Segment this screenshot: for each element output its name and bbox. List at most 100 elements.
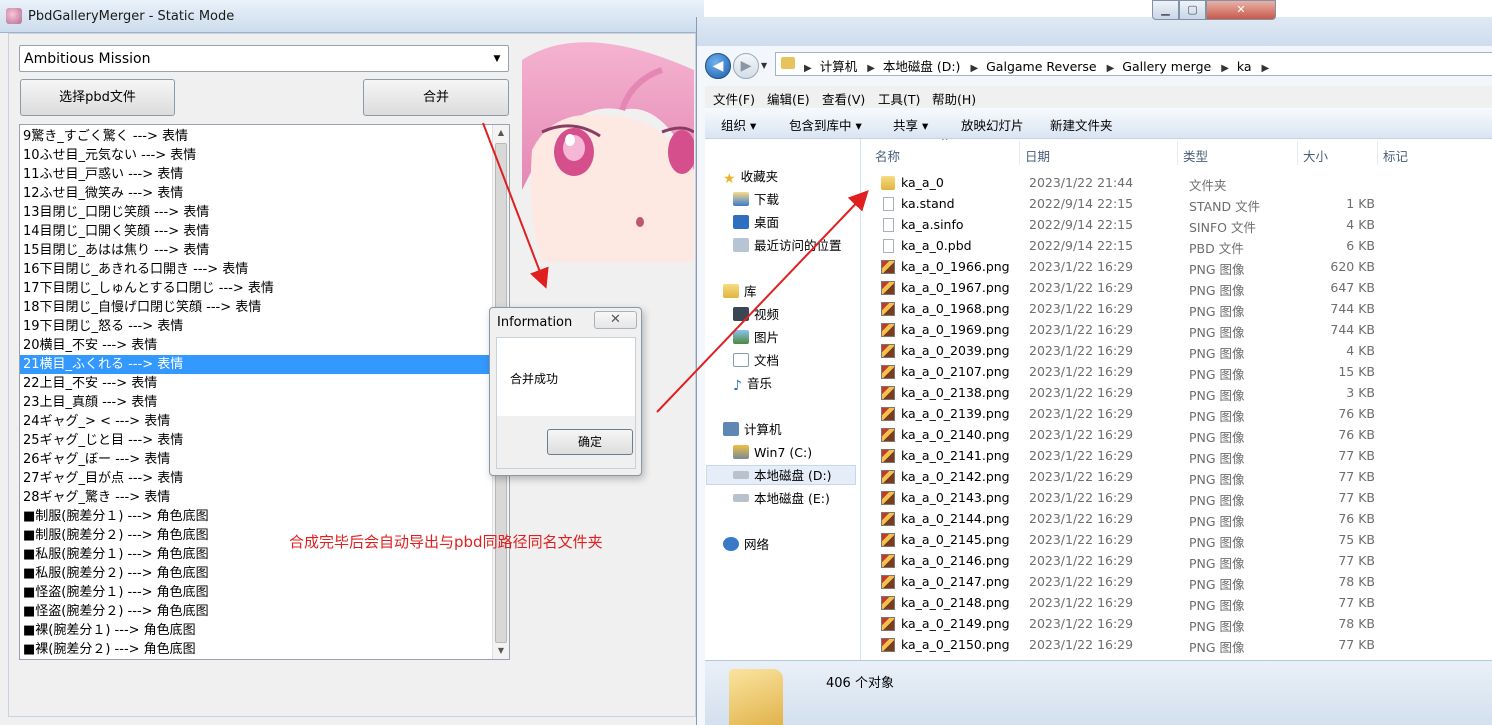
mission-dropdown[interactable]: Ambitious Mission ▼ bbox=[19, 45, 509, 72]
column-divider[interactable] bbox=[1297, 141, 1298, 165]
column-date[interactable]: 日期 bbox=[1025, 146, 1050, 165]
column-size[interactable]: 大小 bbox=[1303, 146, 1328, 165]
file-row[interactable]: ka_a_0_1968.png 2023/1/22 16:29 PNG 图像 744 … bbox=[861, 299, 1492, 320]
nav-computer[interactable]: 计算机 bbox=[723, 420, 782, 440]
nav-music[interactable]: ♪ 音乐 bbox=[733, 374, 772, 394]
nav-libraries[interactable]: 库 bbox=[723, 282, 757, 302]
list-item[interactable]: 21横目_ふくれる ---> 表情 bbox=[20, 355, 492, 374]
organize-button[interactable]: 组织 ▾ bbox=[721, 115, 756, 134]
file-row[interactable]: ka_a_0_1966.png 2023/1/22 16:29 PNG 图像 620 … bbox=[861, 257, 1492, 278]
menu-file[interactable]: 文件(F) bbox=[713, 89, 755, 108]
file-row[interactable]: ka_a_0_2145.png 2023/1/22 16:29 PNG 图像 75 K… bbox=[861, 530, 1492, 551]
nav-drive-e[interactable]: 本地磁盘 (E:) bbox=[733, 489, 830, 509]
file-row[interactable]: ka_a_0_2149.png 2023/1/22 16:29 PNG 图像 78 K… bbox=[861, 614, 1492, 635]
list-item[interactable]: ■制服(腕差分１) ---> 角色底图 bbox=[20, 507, 492, 526]
nav-desktop[interactable]: 桌面 bbox=[733, 213, 779, 233]
list-item[interactable]: 17下目閉じ_しゅんとする口閉じ ---> 表情 bbox=[20, 279, 492, 298]
nav-pictures[interactable]: 图片 bbox=[733, 328, 779, 348]
breadcrumb-separator-icon[interactable]: ▶ bbox=[1107, 63, 1115, 74]
column-type[interactable]: 类型 bbox=[1183, 146, 1208, 165]
list-item[interactable]: ■怪盗(腕差分１) ---> 角色底图 bbox=[20, 583, 492, 602]
file-row[interactable]: ka_a_0_2148.png 2023/1/22 16:29 PNG 图像 77 K… bbox=[861, 593, 1492, 614]
list-item[interactable]: ■怪盗(腕差分２) ---> 角色底图 bbox=[20, 602, 492, 621]
share-button[interactable]: 共享 ▾ bbox=[893, 115, 928, 134]
column-divider[interactable] bbox=[1177, 141, 1178, 165]
column-tags[interactable]: 标记 bbox=[1383, 146, 1408, 165]
list-item[interactable]: 12ふせ目_微笑み ---> 表情 bbox=[20, 184, 492, 203]
breadcrumb-separator-icon[interactable]: ▶ bbox=[867, 63, 875, 74]
list-item[interactable]: 27ギャグ_目が点 ---> 表情 bbox=[20, 469, 492, 488]
list-item[interactable]: 22上目_不安 ---> 表情 bbox=[20, 374, 492, 393]
scroll-down-icon[interactable]: ▼ bbox=[493, 643, 509, 659]
nav-drive-c[interactable]: Win7 (C:) bbox=[733, 443, 812, 463]
file-row[interactable]: ka_a_0 2023/1/22 21:44 文件夹 bbox=[861, 173, 1492, 194]
new-folder-button[interactable]: 新建文件夹 bbox=[1050, 115, 1113, 134]
list-item[interactable]: 13目閉じ_口閉じ笑顔 ---> 表情 bbox=[20, 203, 492, 222]
file-row[interactable]: ka_a_0.pbd 2022/9/14 22:15 PBD 文件 6 KB bbox=[861, 236, 1492, 257]
slideshow-button[interactable]: 放映幻灯片 bbox=[961, 115, 1024, 134]
nav-documents[interactable]: 文档 bbox=[733, 351, 779, 371]
list-item[interactable]: ■裸(腕差分２) ---> 角色底图 bbox=[20, 640, 492, 659]
file-row[interactable]: ka_a_0_2138.png 2023/1/22 16:29 PNG 图像 3 KB bbox=[861, 383, 1492, 404]
scroll-up-icon[interactable]: ▲ bbox=[493, 125, 509, 141]
expression-list[interactable]: 9驚き_すごく驚く ---> 表情 10ふせ目_元気ない ---> 表情 11ふせ目… bbox=[19, 124, 510, 660]
file-row[interactable]: ka_a_0_2142.png 2023/1/22 16:29 PNG 图像 77 K… bbox=[861, 467, 1492, 488]
list-item[interactable]: 24ギャグ_> < ---> 表情 bbox=[20, 412, 492, 431]
file-row[interactable]: ka_a_0_2140.png 2023/1/22 16:29 PNG 图像 76 K… bbox=[861, 425, 1492, 446]
file-row[interactable]: ka.stand 2022/9/14 22:15 STAND 文件 1 KB bbox=[861, 194, 1492, 215]
file-row[interactable]: ka_a_0_2146.png 2023/1/22 16:29 PNG 图像 77 K… bbox=[861, 551, 1492, 572]
include-in-library-button[interactable]: 包含到库中 ▾ bbox=[789, 115, 862, 134]
close-window-icon[interactable]: ✕ bbox=[1206, 0, 1276, 20]
menu-view[interactable]: 查看(V) bbox=[822, 89, 865, 108]
file-row[interactable]: ka_a_0_2139.png 2023/1/22 16:29 PNG 图像 76 K… bbox=[861, 404, 1492, 425]
file-row[interactable]: ka_a.sinfo 2022/9/14 22:15 SINFO 文件 4 KB bbox=[861, 215, 1492, 236]
close-icon[interactable]: ✕ bbox=[594, 311, 637, 329]
nav-favorites[interactable]: ★ 收藏夹 bbox=[723, 167, 778, 187]
nav-network[interactable]: 网络 bbox=[723, 535, 769, 555]
recent-pages-icon[interactable]: ▼ bbox=[761, 61, 767, 70]
list-item[interactable]: 11ふせ目_戸惑い ---> 表情 bbox=[20, 165, 492, 184]
merger-titlebar[interactable]: PbdGalleryMerger - Static Mode bbox=[0, 0, 704, 33]
breadcrumb-galgame-reverse[interactable]: Galgame Reverse bbox=[986, 59, 1097, 74]
minimize-icon[interactable]: ▁ bbox=[1152, 0, 1179, 20]
list-item[interactable]: 16下目閉じ_あきれる口開き ---> 表情 bbox=[20, 260, 492, 279]
maximize-icon[interactable]: ▢ bbox=[1179, 0, 1206, 20]
file-row[interactable]: ka_a_0_1967.png 2023/1/22 16:29 PNG 图像 647 … bbox=[861, 278, 1492, 299]
breadcrumb-drive-d[interactable]: 本地磁盘 (D:) bbox=[883, 59, 961, 74]
column-name[interactable]: 名称 bbox=[875, 146, 900, 165]
file-row[interactable]: ka_a_0_2147.png 2023/1/22 16:29 PNG 图像 78 K… bbox=[861, 572, 1492, 593]
list-item[interactable]: ■私服(腕差分２) ---> 角色底图 bbox=[20, 564, 492, 583]
file-row[interactable]: ka_a_0_2150.png 2023/1/22 16:29 PNG 图像 77 K… bbox=[861, 635, 1492, 656]
breadcrumb-separator-icon[interactable]: ▶ bbox=[1221, 63, 1229, 74]
file-row[interactable]: ka_a_0_2144.png 2023/1/22 16:29 PNG 图像 76 K… bbox=[861, 509, 1492, 530]
file-row[interactable]: ka_a_0_2039.png 2023/1/22 16:29 PNG 图像 4 KB bbox=[861, 341, 1492, 362]
select-pbd-button[interactable]: 选择pbd文件 bbox=[20, 79, 175, 116]
ok-button[interactable]: 确定 bbox=[547, 429, 633, 455]
breadcrumb-separator-icon[interactable]: ▶ bbox=[1262, 63, 1270, 74]
list-item[interactable]: 19下目閉じ_怒る ---> 表情 bbox=[20, 317, 492, 336]
chevron-down-icon[interactable]: ▼ bbox=[489, 50, 505, 68]
breadcrumb-ka[interactable]: ka bbox=[1237, 59, 1252, 74]
file-row[interactable]: ka_a_0_2107.png 2023/1/22 16:29 PNG 图像 15 K… bbox=[861, 362, 1492, 383]
explorer-titlebar[interactable] bbox=[697, 17, 1492, 46]
file-row[interactable]: ka_a_0_2143.png 2023/1/22 16:29 PNG 图像 77 K… bbox=[861, 488, 1492, 509]
merge-button[interactable]: 合并 bbox=[363, 79, 509, 116]
list-item[interactable]: 18下目閉じ_自慢げ口閉じ笑顔 ---> 表情 bbox=[20, 298, 492, 317]
file-row[interactable]: ka_a_0_1969.png 2023/1/22 16:29 PNG 图像 744 … bbox=[861, 320, 1492, 341]
list-item[interactable]: 28ギャグ_驚き ---> 表情 bbox=[20, 488, 492, 507]
list-item[interactable]: 15目閉じ_あはは焦り ---> 表情 bbox=[20, 241, 492, 260]
address-bar[interactable]: ▶ 计算机 ▶ 本地磁盘 (D:) ▶ Galgame Reverse ▶ Ga… bbox=[775, 52, 1492, 76]
breadcrumb-computer[interactable]: 计算机 bbox=[820, 59, 858, 74]
menu-help[interactable]: 帮助(H) bbox=[932, 89, 976, 108]
list-item[interactable]: 20横目_不安 ---> 表情 bbox=[20, 336, 492, 355]
menu-edit[interactable]: 编辑(E) bbox=[767, 89, 810, 108]
breadcrumb-gallery-merge[interactable]: Gallery merge bbox=[1122, 59, 1211, 74]
column-divider[interactable] bbox=[1377, 141, 1378, 165]
nav-downloads[interactable]: 下载 bbox=[733, 190, 779, 210]
list-item[interactable]: ■裸(腕差分１) ---> 角色底图 bbox=[20, 621, 492, 640]
column-divider[interactable] bbox=[1019, 141, 1020, 165]
list-item[interactable]: 25ギャグ_じと目 ---> 表情 bbox=[20, 431, 492, 450]
back-arrow-icon[interactable]: ◀ bbox=[705, 53, 731, 79]
nav-drive-d[interactable]: 本地磁盘 (D:) bbox=[706, 465, 856, 485]
list-item[interactable]: 26ギャグ_ぼー ---> 表情 bbox=[20, 450, 492, 469]
